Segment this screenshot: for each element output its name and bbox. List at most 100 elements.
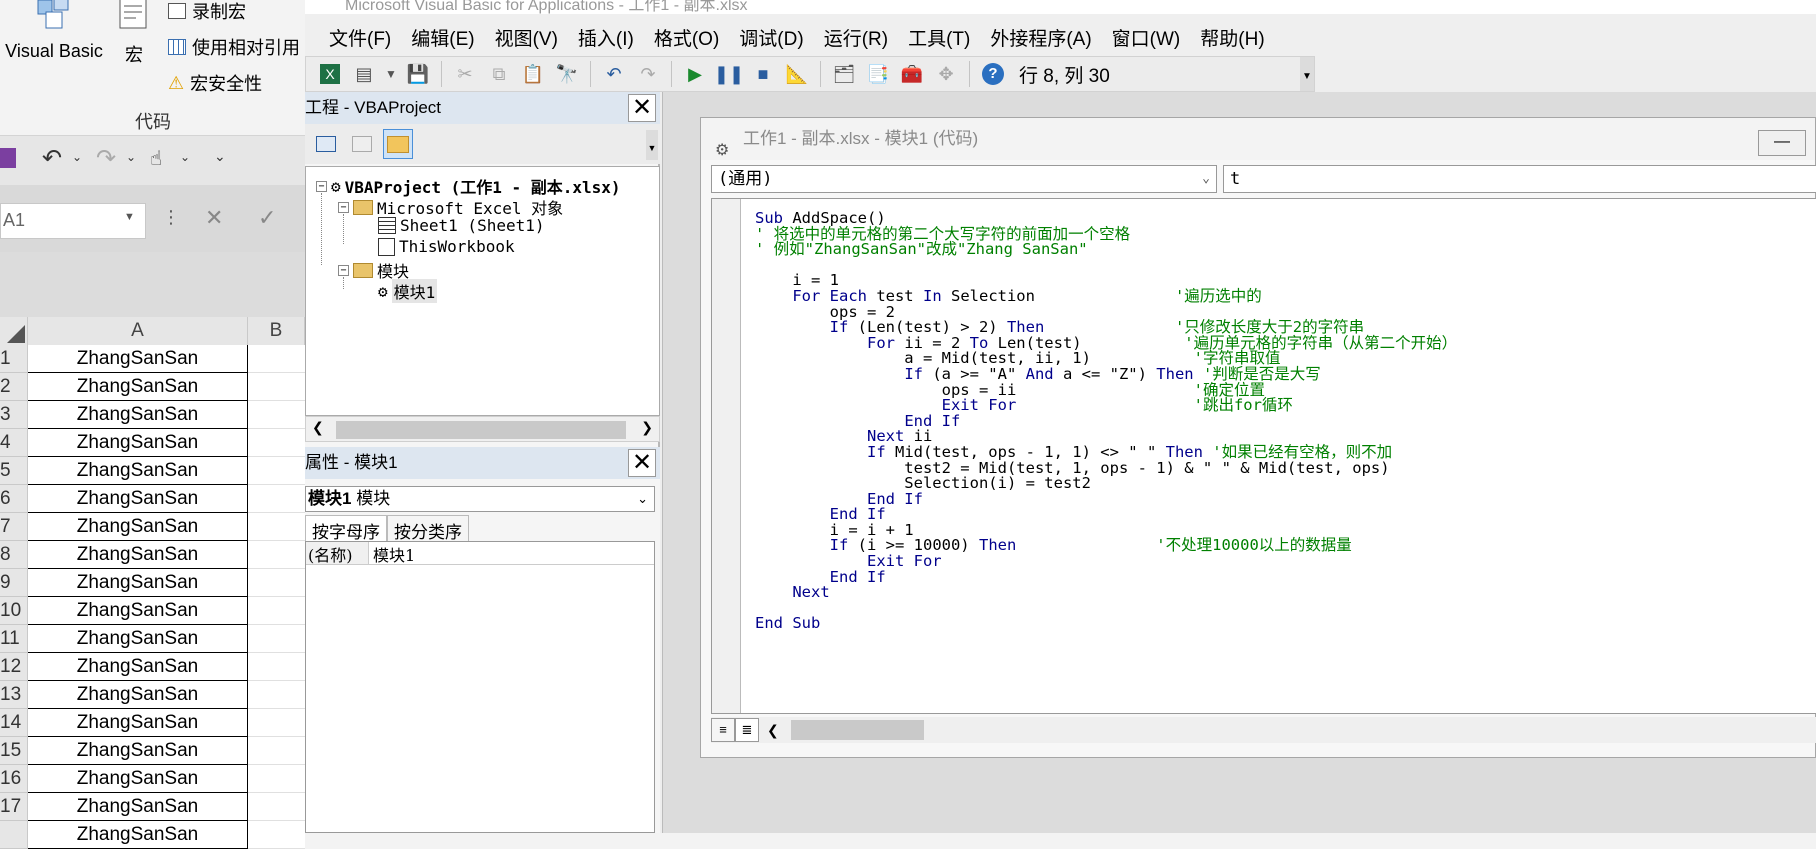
cell-b[interactable] <box>248 401 305 429</box>
code-editor[interactable]: Sub AddSpace() ' 将选中的单元格的第二个大写字符的前面加一个空格 '… <box>711 198 1816 714</box>
undo-dropdown-icon[interactable]: ⌄ <box>72 150 82 164</box>
name-box-dropdown-icon[interactable]: ▼ <box>124 211 135 223</box>
toolbar-overflow-icon[interactable]: ▼ <box>1300 57 1314 91</box>
close-icon[interactable]: ✕ <box>628 94 656 122</box>
row-header[interactable]: 8 <box>0 541 28 569</box>
cell-b[interactable] <box>248 681 305 709</box>
cell-a[interactable]: ZhangSanSan <box>28 737 248 765</box>
cell-a[interactable]: ZhangSanSan <box>28 765 248 793</box>
margin-indicator-bar[interactable] <box>712 199 741 713</box>
code-text[interactable]: Sub AddSpace() ' 将选中的单元格的第二个大写字符的前面加一个空格 '… <box>755 209 1457 632</box>
menu-item[interactable]: 帮助(H) <box>1190 20 1274 55</box>
cell-b[interactable] <box>248 625 305 653</box>
row-header[interactable]: 10 <box>0 597 28 625</box>
row-header[interactable] <box>0 821 28 849</box>
menu-item[interactable]: 调试(D) <box>729 20 813 55</box>
design-mode-icon[interactable]: 📐 <box>783 60 811 88</box>
more-options-icon[interactable]: ⋮ <box>162 207 180 228</box>
tree-horizontal-scrollbar[interactable]: ❮ ❯ <box>305 416 660 442</box>
cell-a[interactable]: ZhangSanSan <box>28 793 248 821</box>
row-header[interactable]: 9 <box>0 569 28 597</box>
view-code-icon[interactable] <box>311 129 341 159</box>
customize-qat-icon[interactable]: ⌄ <box>214 148 226 165</box>
project-toolbar-overflow-icon[interactable]: ▼ <box>646 130 658 160</box>
project-explorer-icon[interactable]: 🗂 <box>830 60 858 88</box>
macros-button[interactable]: 宏 <box>110 0 158 67</box>
menu-item[interactable]: 插入(I) <box>568 20 644 55</box>
procedure-view-icon[interactable]: ≡ <box>711 718 735 742</box>
insert-dropdown-icon[interactable]: ▼ <box>384 60 398 88</box>
property-row[interactable]: (名称) 模块1 <box>306 542 654 565</box>
collapse-icon[interactable]: − <box>338 264 349 276</box>
save-icon[interactable]: 💾 <box>404 60 432 88</box>
cell-a[interactable]: ZhangSanSan <box>28 457 248 485</box>
cell-b[interactable] <box>248 541 305 569</box>
row-header[interactable]: 4 <box>0 429 28 457</box>
copy-icon[interactable]: ⧉ <box>485 60 513 88</box>
cell-a[interactable]: ZhangSanSan <box>28 625 248 653</box>
scroll-left-icon[interactable]: ❮ <box>312 419 324 436</box>
toggle-folders-icon[interactable] <box>383 129 413 159</box>
cell-b[interactable] <box>248 597 305 625</box>
menu-item[interactable]: 工具(T) <box>898 20 980 55</box>
cell-b[interactable] <box>248 653 305 681</box>
run-icon[interactable]: ▶ <box>681 60 709 88</box>
cell-a[interactable]: ZhangSanSan <box>28 709 248 737</box>
break-icon[interactable]: ❚❚ <box>714 60 744 88</box>
full-module-view-icon[interactable]: ≣ <box>735 718 759 742</box>
redo-icon[interactable]: ↷ <box>634 60 662 88</box>
cancel-formula-icon[interactable]: ✕ <box>205 205 223 231</box>
tab-alphabetic[interactable]: 按字母序 <box>305 515 387 542</box>
tree-node-module1[interactable]: ⚙ 模块1 <box>378 279 438 303</box>
row-header[interactable]: 12 <box>0 653 28 681</box>
properties-window-icon[interactable]: 📑 <box>864 60 892 88</box>
help-icon[interactable]: ? <box>979 60 1007 88</box>
cell-b[interactable] <box>248 569 305 597</box>
cell-b[interactable] <box>248 709 305 737</box>
cell-a[interactable]: ZhangSanSan <box>28 653 248 681</box>
row-header[interactable]: 3 <box>0 401 28 429</box>
row-header[interactable]: 11 <box>0 625 28 653</box>
cell-b[interactable] <box>248 429 305 457</box>
touch-dropdown-icon[interactable]: ⌄ <box>180 150 190 164</box>
visual-basic-button[interactable]: Visual Basic <box>4 0 104 62</box>
collapse-icon[interactable]: − <box>316 180 327 192</box>
row-header[interactable]: 17 <box>0 793 28 821</box>
object-combo[interactable]: (通用) ⌄ <box>711 165 1217 193</box>
view-excel-icon[interactable]: X <box>316 60 344 88</box>
cell-a[interactable]: ZhangSanSan <box>28 681 248 709</box>
record-macro-button[interactable]: 录制宏 <box>168 0 246 24</box>
column-header-a[interactable]: A <box>28 317 248 345</box>
row-header[interactable]: 14 <box>0 709 28 737</box>
minimize-button[interactable]: — <box>1758 130 1806 156</box>
row-header[interactable]: 2 <box>0 373 28 401</box>
tab-categorized[interactable]: 按分类序 <box>387 515 469 542</box>
cell-b[interactable] <box>248 373 305 401</box>
row-header[interactable]: 5 <box>0 457 28 485</box>
save-icon[interactable] <box>0 148 16 168</box>
cell-a[interactable]: ZhangSanSan <box>28 513 248 541</box>
cell-a[interactable]: ZhangSanSan <box>28 373 248 401</box>
cell-a[interactable]: ZhangSanSan <box>28 821 248 849</box>
row-header[interactable]: 6 <box>0 485 28 513</box>
cell-b[interactable] <box>248 821 305 849</box>
cell-b[interactable] <box>248 457 305 485</box>
cell-a[interactable]: ZhangSanSan <box>28 345 248 373</box>
select-all-corner[interactable] <box>0 317 28 345</box>
menu-item[interactable]: 文件(F) <box>319 20 401 55</box>
cell-b[interactable] <box>248 737 305 765</box>
reset-icon[interactable]: ■ <box>749 60 777 88</box>
menu-item[interactable]: 格式(O) <box>644 20 729 55</box>
row-header[interactable]: 15 <box>0 737 28 765</box>
scroll-left-icon[interactable]: ❮ <box>767 722 779 739</box>
object-selector[interactable]: 模块1 模块 ⌄ <box>305 486 655 512</box>
cut-icon[interactable]: ✂ <box>451 60 479 88</box>
tree-node-sheet1[interactable]: Sheet1 (Sheet1) <box>378 216 545 235</box>
cell-a[interactable]: ZhangSanSan <box>28 569 248 597</box>
find-icon[interactable]: 🔭 <box>553 60 581 88</box>
scroll-thumb[interactable] <box>336 421 626 439</box>
menu-item[interactable]: 窗口(W) <box>1102 20 1191 55</box>
cell-a[interactable]: ZhangSanSan <box>28 485 248 513</box>
object-browser-icon[interactable]: 🧰 <box>898 60 926 88</box>
insert-module-icon[interactable]: ▤ <box>350 60 378 88</box>
